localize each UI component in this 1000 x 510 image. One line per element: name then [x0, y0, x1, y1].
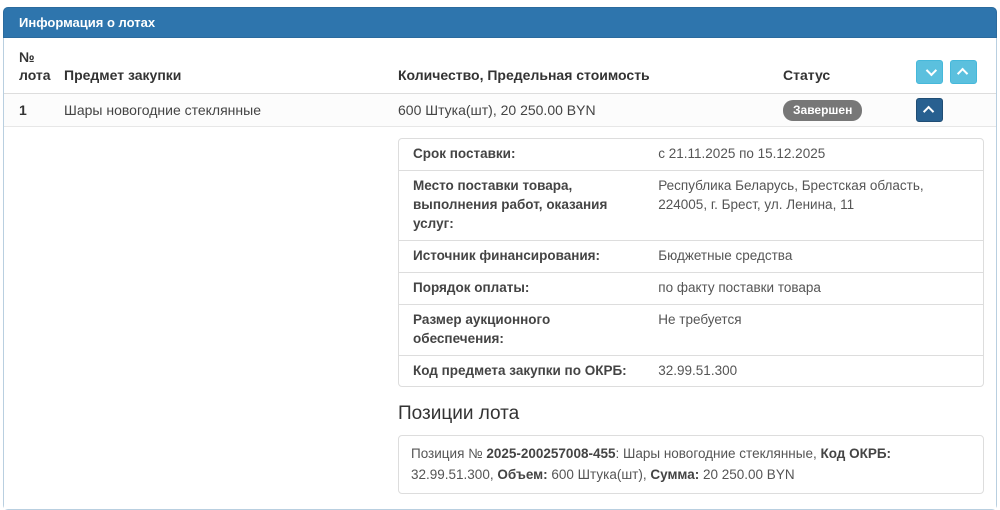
- detail-value: Республика Беларусь, Брестская область, …: [658, 178, 924, 213]
- detail-label: Место поставки товара, выполнения работ,…: [413, 178, 608, 232]
- detail-label: Источник финансирования:: [413, 247, 601, 263]
- col-header-lot-number: № лота: [19, 49, 51, 84]
- expand-all-button[interactable]: [916, 60, 943, 85]
- lot-status-cell: Завершен: [783, 99, 916, 122]
- lot-number-cell: 1: [19, 102, 27, 119]
- collapse-all-button[interactable]: [950, 60, 977, 85]
- detail-row-funding-source: Источник финансирования: Бюджетные средс…: [399, 239, 983, 272]
- chevron-up-icon: [956, 68, 968, 80]
- status-badge: Завершен: [783, 99, 863, 122]
- position-name: : Шары новогодние стеклянные,: [615, 446, 821, 462]
- detail-value: Не требуется: [658, 311, 742, 327]
- position-volume-label: Объем:: [497, 466, 548, 482]
- lot-quantity-cell: 600 Штука(шт), 20 250.00 BYN: [398, 102, 596, 119]
- detail-value: 32.99.51.300: [658, 362, 738, 378]
- position-okrb-label: Код ОКРБ:: [820, 446, 892, 462]
- position-number: 2025-200257008-455: [486, 446, 616, 462]
- lot-details-section: Срок поставки: с 21.11.2025 по 15.12.202…: [4, 126, 996, 509]
- position-okrb-value: 32.99.51.300,: [411, 466, 498, 482]
- detail-label: Порядок оплаты:: [413, 279, 530, 295]
- detail-row-delivery-place: Место поставки товара, выполнения работ,…: [399, 170, 983, 240]
- table-header-row: № лота Предмет закупки Количество, Преде…: [4, 38, 996, 93]
- detail-value: с 21.11.2025 по 15.12.2025: [658, 146, 826, 162]
- detail-value: Бюджетные средства: [658, 247, 793, 263]
- positions-title: Позиции лота: [398, 403, 520, 425]
- chevron-down-icon: [925, 65, 937, 77]
- collapse-lot-button[interactable]: [916, 98, 943, 123]
- panel-title: Информация о лотах: [19, 15, 156, 30]
- position-volume-value: 600 Штука(шт),: [547, 466, 651, 482]
- panel-header: Информация о лотах: [3, 7, 997, 38]
- table-header-actions: [916, 60, 981, 85]
- detail-label: Размер аукционного обеспечения:: [413, 311, 551, 346]
- detail-label: Срок поставки:: [413, 146, 516, 162]
- col-header-subject: Предмет закупки: [64, 67, 182, 84]
- lots-panel: Информация о лотах № лота Предмет закупк…: [3, 7, 997, 510]
- position-sum-label: Сумма:: [650, 466, 700, 482]
- detail-row-payment-order: Порядок оплаты: по факту поставки товара: [399, 271, 983, 304]
- detail-value: по факту поставки товара: [658, 279, 821, 295]
- position-sum-value: 20 250.00 BYN: [699, 466, 795, 482]
- detail-row-delivery-term: Срок поставки: с 21.11.2025 по 15.12.202…: [399, 139, 983, 170]
- lot-details-table: Срок поставки: с 21.11.2025 по 15.12.202…: [398, 138, 984, 388]
- detail-label: Код предмета закупки по ОКРБ:: [413, 362, 627, 378]
- position-prefix: Позиция №: [411, 446, 487, 462]
- col-header-quantity: Количество, Предельная стоимость: [398, 67, 650, 84]
- chevron-up-icon: [922, 106, 934, 118]
- col-header-status: Статус: [783, 67, 831, 84]
- lot-subject-cell: Шары новогодние стеклянные: [64, 102, 261, 119]
- lot-row: 1 Шары новогодние стеклянные 600 Штука(ш…: [4, 93, 996, 127]
- detail-row-okrb-code: Код предмета закупки по ОКРБ: 32.99.51.3…: [399, 354, 983, 387]
- detail-row-auction-security: Размер аукционного обеспечения: Не требу…: [399, 303, 983, 355]
- lot-row-actions: [916, 98, 981, 123]
